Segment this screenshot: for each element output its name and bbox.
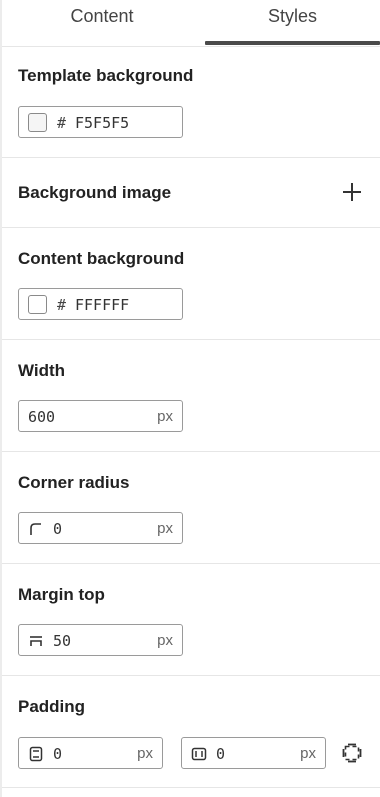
- width-input[interactable]: 600 px: [18, 400, 183, 432]
- corner-radius-unit: px: [157, 520, 173, 537]
- active-tab-indicator: [205, 41, 380, 45]
- tab-styles[interactable]: Styles: [205, 0, 380, 46]
- plus-icon[interactable]: [342, 182, 362, 202]
- corner-radius-icon: [30, 523, 41, 535]
- padding-vertical-icon: [29, 746, 43, 762]
- padding-horizontal-icon: [191, 747, 207, 761]
- template-background-section: Template background # F5F5F5: [2, 46, 380, 158]
- width-title: Width: [18, 361, 66, 380]
- hash-label: #: [57, 114, 67, 132]
- content-background-section: Content background # FFFFFF: [2, 228, 380, 340]
- padding-horizontal-input[interactable]: 0 px: [181, 737, 326, 769]
- padding-vertical-unit: px: [137, 745, 153, 762]
- padding-horizontal-unit: px: [300, 745, 316, 762]
- margin-top-value[interactable]: 50: [53, 632, 71, 650]
- margin-top-unit: px: [157, 632, 173, 649]
- content-background-swatch[interactable]: [28, 295, 47, 314]
- background-image-title: Background image: [18, 183, 172, 202]
- margin-top-input[interactable]: 50 px: [18, 624, 183, 656]
- padding-vertical-input[interactable]: 0 px: [18, 737, 163, 769]
- corner-radius-title: Corner radius: [18, 473, 130, 492]
- background-image-section: Background image: [2, 158, 380, 228]
- margin-top-icon: [30, 636, 42, 646]
- padding-horizontal-value[interactable]: 0: [216, 745, 225, 763]
- corner-radius-section: Corner radius 0 px: [2, 452, 380, 564]
- width-unit: px: [157, 408, 173, 425]
- content-background-color-field[interactable]: # FFFFFF: [18, 288, 183, 320]
- template-background-title: Template background: [18, 66, 194, 85]
- tab-content[interactable]: Content: [2, 0, 202, 46]
- tab-bar: Content Styles: [2, 0, 380, 47]
- width-section: Width 600 px: [2, 340, 380, 452]
- padding-section: Padding 0 px 0 px: [2, 676, 380, 788]
- template-background-hex-value[interactable]: F5F5F5: [75, 114, 129, 132]
- corner-radius-input[interactable]: 0 px: [18, 512, 183, 544]
- padding-individual-sides-icon[interactable]: [342, 743, 362, 763]
- padding-title: Padding: [18, 697, 86, 716]
- corner-radius-value[interactable]: 0: [53, 520, 62, 538]
- padding-vertical-value[interactable]: 0: [53, 745, 62, 763]
- margin-top-title: Margin top: [18, 585, 105, 604]
- hash-label: #: [57, 296, 67, 314]
- width-value[interactable]: 600: [28, 408, 55, 426]
- content-background-title: Content background: [18, 249, 185, 268]
- template-background-color-field[interactable]: # F5F5F5: [18, 106, 183, 138]
- margin-top-section: Margin top 50 px: [2, 564, 380, 676]
- content-background-hex-value[interactable]: FFFFFF: [75, 296, 129, 314]
- template-background-swatch[interactable]: [28, 113, 47, 132]
